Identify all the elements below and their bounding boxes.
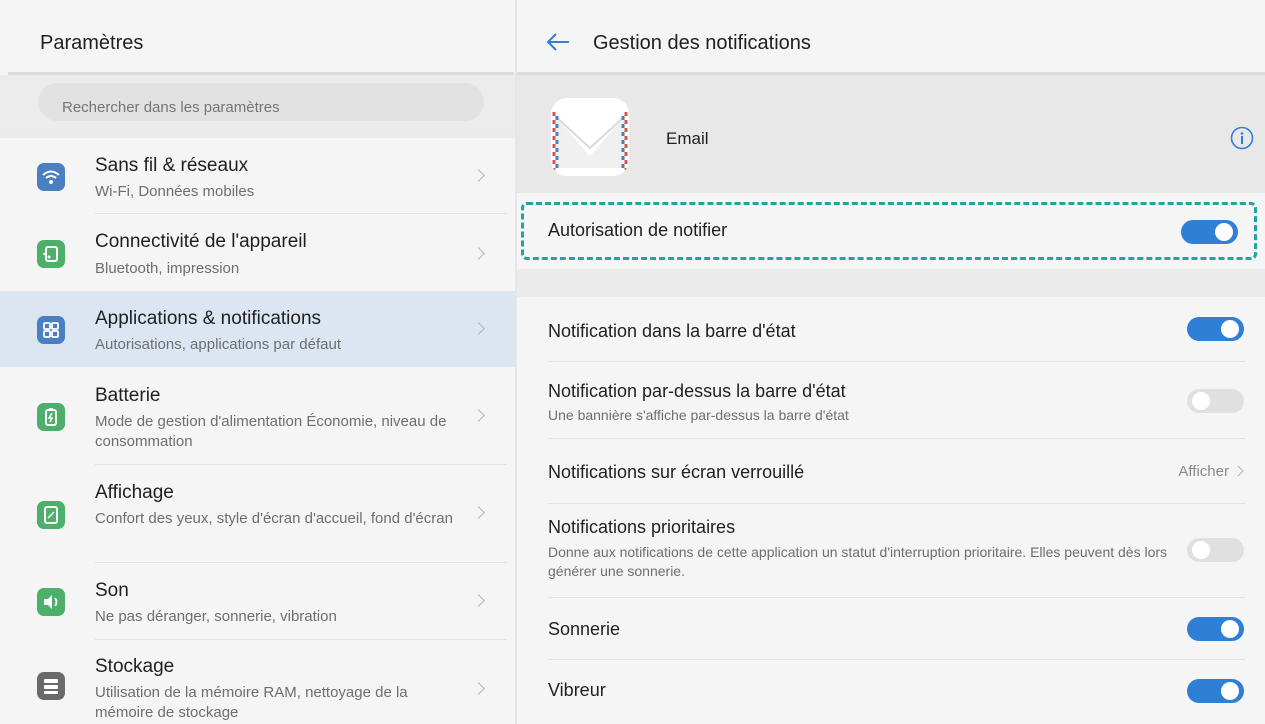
allow-notifications-label: Autorisation de notifier bbox=[548, 220, 728, 240]
section-gap bbox=[0, 129, 515, 138]
row-subtitle: Une bannière s'affiche par-dessus la bar… bbox=[548, 407, 849, 423]
toggle-knob bbox=[1192, 392, 1210, 410]
battery-icon bbox=[37, 403, 65, 431]
sidebar-item-title: Applications & notifications bbox=[95, 308, 322, 329]
sidebar-item-title: Batterie bbox=[95, 385, 161, 406]
allow-notifications-row[interactable]: Autorisation de notifier bbox=[517, 193, 1265, 269]
sidebar-item-storage[interactable]: Stockage Utilisation de la mémoire RAM, … bbox=[0, 640, 515, 724]
sidebar-item-title: Stockage bbox=[95, 656, 175, 677]
info-icon[interactable] bbox=[1230, 126, 1254, 150]
search-input[interactable] bbox=[38, 83, 484, 121]
lock-screen-value: Afficher bbox=[1178, 463, 1229, 480]
priority-notifications-row[interactable]: Notifications prioritaires Donne aux not… bbox=[517, 504, 1265, 598]
sidebar-item-wireless-networks[interactable]: Sans fil & réseaux Wi-Fi, Données mobile… bbox=[0, 138, 515, 214]
sidebar-item-battery[interactable]: Batterie Mode de gestion d'alimentation … bbox=[0, 367, 515, 465]
sidebar-item-subtitle: Wi-Fi, Données mobiles bbox=[95, 183, 255, 200]
app-header: Email bbox=[517, 75, 1265, 193]
apps-grid-icon bbox=[37, 316, 65, 344]
sidebar-item-device-connectivity[interactable]: Connectivité de l'appareil Bluetooth, im… bbox=[0, 214, 515, 291]
search-area bbox=[0, 75, 515, 129]
settings-title: Paramètres bbox=[40, 32, 144, 54]
sidebar-item-title: Connectivité de l'appareil bbox=[95, 231, 307, 252]
sidebar-item-subtitle: Autorisations, applications par défaut bbox=[95, 336, 341, 353]
row-title: Notifications prioritaires bbox=[548, 517, 736, 537]
sidebar-item-display[interactable]: Affichage Confort des yeux, style d'écra… bbox=[0, 465, 515, 563]
sidebar-item-subtitle: Mode de gestion d'alimentation Économie,… bbox=[95, 413, 447, 450]
status-bar-notification-row[interactable]: Notification dans la barre d'état bbox=[517, 297, 1265, 362]
speaker-icon bbox=[37, 588, 65, 616]
toggle-knob bbox=[1221, 682, 1239, 700]
sidebar-item-subtitle: Confort des yeux, style d'écran d'accuei… bbox=[95, 510, 453, 527]
row-subtitle: Donne aux notifications de cette applica… bbox=[548, 544, 1168, 579]
display-icon bbox=[37, 501, 65, 529]
app-name: Email bbox=[666, 129, 709, 148]
row-title: Notification par-dessus la barre d'état bbox=[548, 381, 846, 401]
banner-notification-row[interactable]: Notification par-dessus la barre d'état … bbox=[517, 362, 1265, 439]
chevron-right-icon bbox=[472, 682, 485, 695]
lock-screen-notification-row[interactable]: Notifications sur écran verrouillé Affic… bbox=[517, 439, 1265, 504]
chevron-right-icon bbox=[472, 247, 485, 260]
chevron-right-icon bbox=[472, 322, 485, 335]
banner-notification-toggle[interactable] bbox=[1187, 389, 1244, 413]
settings-pane: Paramètres Sans fil & réseaux Wi-Fi, Don… bbox=[0, 0, 515, 724]
vibration-toggle[interactable] bbox=[1187, 679, 1244, 703]
sidebar-item-title: Son bbox=[95, 580, 129, 601]
sidebar-item-subtitle: Utilisation de la mémoire RAM, nettoyage… bbox=[95, 684, 408, 721]
device-connectivity-icon bbox=[37, 240, 65, 268]
wifi-icon bbox=[37, 163, 65, 191]
toggle-knob bbox=[1215, 223, 1233, 241]
chevron-right-icon bbox=[1232, 465, 1244, 477]
section-gap bbox=[517, 269, 1265, 297]
priority-notifications-toggle[interactable] bbox=[1187, 538, 1244, 562]
ringtone-toggle[interactable] bbox=[1187, 617, 1244, 641]
sidebar-item-subtitle: Bluetooth, impression bbox=[95, 260, 240, 277]
notification-management-pane: Gestion des notifications Email Autorisa… bbox=[517, 0, 1265, 724]
toggle-knob bbox=[1221, 620, 1239, 638]
ringtone-row[interactable]: Sonnerie bbox=[517, 598, 1265, 660]
row-title: Notifications sur écran verrouillé bbox=[548, 462, 805, 482]
chevron-right-icon bbox=[472, 506, 485, 519]
chevron-right-icon bbox=[472, 409, 485, 422]
sidebar-item-title: Affichage bbox=[95, 482, 174, 503]
toggle-knob bbox=[1221, 320, 1239, 338]
vibration-row[interactable]: Vibreur bbox=[517, 660, 1265, 724]
toggle-knob bbox=[1192, 541, 1210, 559]
email-app-icon bbox=[551, 98, 629, 176]
chevron-right-icon bbox=[472, 594, 485, 607]
storage-icon bbox=[37, 672, 65, 700]
row-title: Vibreur bbox=[548, 680, 606, 700]
status-bar-notification-toggle[interactable] bbox=[1187, 317, 1244, 341]
row-title: Sonnerie bbox=[548, 619, 621, 639]
page-title: Gestion des notifications bbox=[593, 32, 811, 54]
row-title: Notification dans la barre d'état bbox=[548, 321, 796, 341]
sidebar-item-subtitle: Ne pas déranger, sonnerie, vibration bbox=[95, 608, 337, 625]
back-arrow-icon[interactable] bbox=[545, 31, 571, 53]
sidebar-item-apps-notifications[interactable]: Applications & notifications Autorisatio… bbox=[0, 291, 515, 367]
allow-notifications-toggle[interactable] bbox=[1181, 220, 1238, 244]
sidebar-item-title: Sans fil & réseaux bbox=[95, 155, 249, 176]
sidebar-item-sound[interactable]: Son Ne pas déranger, sonnerie, vibration bbox=[0, 563, 515, 640]
chevron-right-icon bbox=[472, 169, 485, 182]
